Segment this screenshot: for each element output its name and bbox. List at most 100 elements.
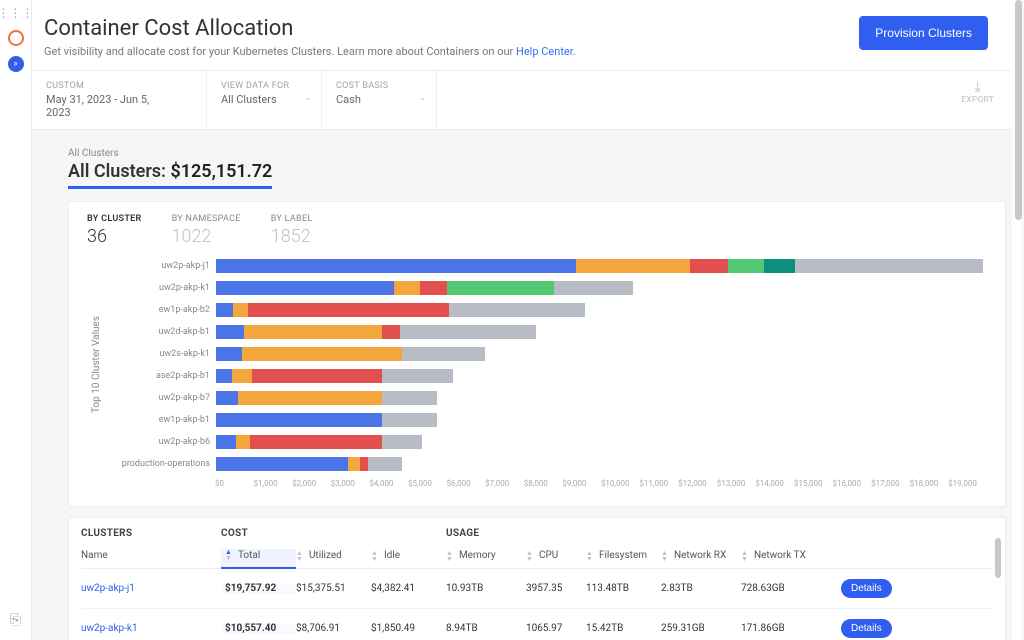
bar-segment (242, 347, 402, 361)
y-axis-title: Top 10 Cluster Values (87, 316, 106, 413)
bar-category-labels: uw2p-akp-j1uw2p-akp-k1ew1p-akp-b2uw2d-ak… (106, 255, 216, 475)
cost-basis-label: COST BASIS (336, 81, 406, 91)
x-axis-tick: $6,000 (447, 479, 486, 488)
section-header-usage: USAGE (446, 528, 993, 539)
col-header-memory[interactable]: ▲▼Memory (446, 549, 526, 562)
bar-segment (360, 457, 368, 471)
col-header-network-tx[interactable]: ▲▼Network TX (741, 549, 841, 562)
bar-segment (238, 391, 382, 405)
col-header-network-rx[interactable]: ▲▼Network RX (661, 549, 741, 562)
table-scrollbar-thumb[interactable] (995, 538, 1001, 578)
total-prefix: All Clusters: (68, 161, 170, 182)
col-header-idle[interactable]: ▲▼Idle (371, 549, 446, 562)
sort-icon: ▲▼ (586, 550, 593, 562)
bar-category-label: ew1p-akp-b1 (106, 409, 216, 431)
x-axis-tick: $15,000 (794, 479, 833, 488)
details-button[interactable]: Details (841, 619, 892, 638)
total-amount: $125,151.72 (170, 161, 272, 182)
brand-logo-icon[interactable] (8, 30, 24, 46)
table-row: uw2p-akp-j1$19,757.92$15,375.51$4,382.41… (81, 569, 993, 609)
metric-value: 1852 (271, 226, 313, 247)
metric-tab[interactable]: BY LABEL 1852 (271, 214, 313, 247)
page-header: Container Cost Allocation Get visibility… (32, 0, 1012, 71)
filter-bar: CUSTOM May 31, 2023 - Jun 5, 2023 VIEW D… (32, 71, 1012, 130)
bar-row[interactable] (216, 453, 987, 475)
bar-row[interactable] (216, 255, 987, 277)
table-body: uw2p-akp-j1$19,757.92$15,375.51$4,382.41… (81, 569, 993, 640)
date-range-label: CUSTOM (46, 81, 176, 91)
bar-segment (236, 435, 250, 449)
col-header-name[interactable]: Name (81, 549, 221, 562)
bar-row[interactable] (216, 431, 987, 453)
bar-row[interactable] (216, 409, 987, 431)
metric-label: BY CLUSTER (87, 214, 142, 224)
bar-segment (250, 435, 382, 449)
export-label: EXPORT (961, 95, 994, 104)
cost-table-card: CLUSTERS COST USAGE Name ▲▼Total ▲▼Utili… (68, 517, 1006, 640)
bar-segment (216, 347, 242, 361)
bar-segment (382, 325, 400, 339)
metric-label: BY NAMESPACE (172, 214, 241, 224)
metric-tab[interactable]: BY CLUSTER 36 (87, 214, 142, 247)
chevron-down-icon: ⌄ (304, 93, 311, 102)
details-button[interactable]: Details (841, 579, 892, 598)
apps-grid-icon[interactable]: ⋮⋮⋮ (0, 6, 34, 20)
row-cluster-name[interactable]: uw2p-akp-j1 (81, 583, 221, 594)
bar-segment (576, 259, 691, 273)
x-axis-tick: $16,000 (833, 479, 872, 488)
bar-row[interactable] (216, 365, 987, 387)
subtitle-pre: Get visibility and allocate cost for you… (44, 45, 516, 58)
row-filesystem: 113.48TB (586, 583, 661, 594)
col-header-total[interactable]: ▲▼Total (221, 549, 296, 569)
sort-icon: ▲▼ (296, 550, 303, 562)
bar-segment (402, 347, 485, 361)
bar-segment (400, 325, 536, 339)
logout-icon[interactable]: ⎘ (10, 612, 21, 628)
col-header-utilized[interactable]: ▲▼Utilized (296, 549, 371, 562)
bar-row[interactable] (216, 277, 987, 299)
col-header-cpu[interactable]: ▲▼CPU (526, 549, 586, 562)
metric-tab[interactable]: BY NAMESPACE 1022 (172, 214, 241, 247)
bar-segment (382, 391, 437, 405)
row-idle: $1,850.49 (371, 623, 446, 634)
view-data-for-value: All Clusters (221, 93, 291, 106)
help-center-link[interactable]: Help Center (516, 45, 573, 58)
bar-segment (216, 413, 382, 427)
row-cluster-name[interactable]: uw2p-akp-k1 (81, 623, 221, 634)
cost-basis-selector[interactable]: COST BASIS Cash ⌄ (322, 71, 437, 129)
x-axis-row: $0$1,000$2,000$3,000$4,000$5,000$6,000$7… (87, 475, 987, 488)
bar-segment (252, 369, 382, 383)
x-axis-tick: $1,000 (254, 479, 293, 488)
x-axis-tick: $19,000 (948, 479, 987, 488)
breadcrumb[interactable]: All Clusters (68, 148, 1006, 159)
bar-row[interactable] (216, 343, 987, 365)
metric-value: 1022 (172, 226, 241, 247)
bar-segment (368, 457, 402, 471)
page-subtitle: Get visibility and allocate cost for you… (44, 45, 576, 58)
bar-category-label: uw2s-akp-k1 (106, 343, 216, 365)
bar-segment (554, 281, 633, 295)
bar-segment (216, 369, 232, 383)
date-range-selector[interactable]: CUSTOM May 31, 2023 - Jun 5, 2023 (32, 71, 207, 129)
provision-clusters-button[interactable]: Provision Clusters (859, 16, 988, 50)
bar-segment (216, 303, 233, 317)
page-scrollbar-thumb[interactable] (1015, 0, 1022, 220)
section-header-clusters: CLUSTERS (81, 528, 221, 539)
bar-row[interactable] (216, 321, 987, 343)
bar-row[interactable] (216, 299, 987, 321)
total-cost-heading: All Clusters: $125,151.72 (68, 161, 272, 189)
bar-segment (447, 281, 554, 295)
export-button[interactable]: ⤓ EXPORT (943, 71, 1012, 129)
x-axis-tick: $11,000 (640, 479, 679, 488)
x-axis-tick: $13,000 (717, 479, 756, 488)
col-header-filesystem[interactable]: ▲▼Filesystem (586, 549, 661, 562)
bar-row[interactable] (216, 387, 987, 409)
view-data-for-selector[interactable]: VIEW DATA FOR All Clusters ⌄ (207, 71, 322, 129)
expand-rail-button[interactable]: » (8, 56, 24, 72)
bar-segment (216, 391, 238, 405)
main-panel: Container Cost Allocation Get visibility… (32, 0, 1012, 640)
x-axis-tick: $4,000 (369, 479, 408, 488)
row-total: $19,757.92 (221, 583, 296, 594)
bar-segment (420, 281, 448, 295)
x-axis-tick: $9,000 (562, 479, 601, 488)
